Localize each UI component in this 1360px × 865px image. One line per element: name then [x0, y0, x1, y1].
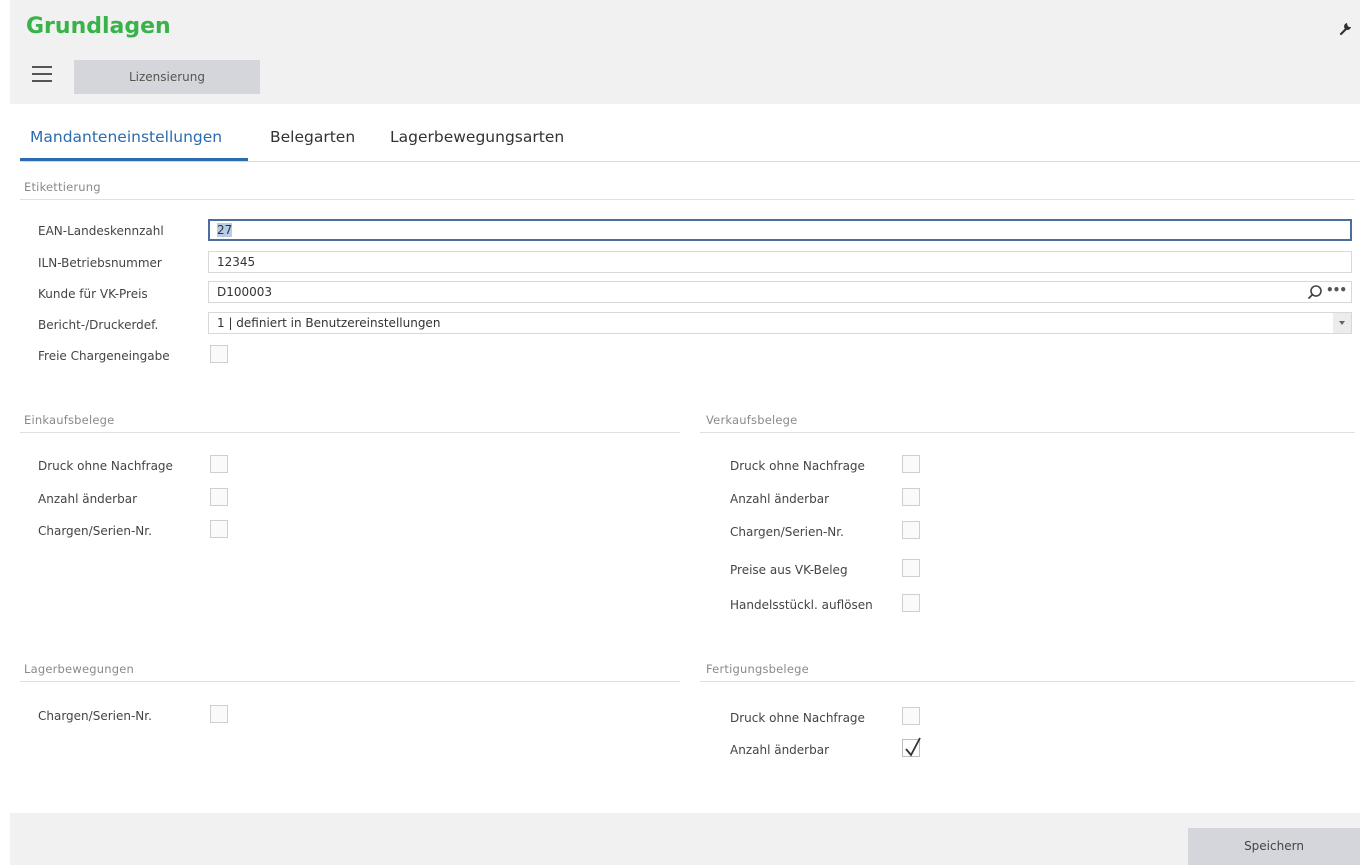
verkauf-anzahl-label: Anzahl änderbar — [730, 492, 830, 506]
save-button[interactable]: Speichern — [1188, 828, 1360, 865]
dropdown-arrow-icon[interactable] — [1333, 313, 1351, 333]
kunde-label: Kunde für VK-Preis — [38, 287, 148, 301]
fertigung-druck-label: Druck ohne Nachfrage — [730, 711, 865, 725]
section-title-lagerbewegungen: Lagerbewegungen — [24, 662, 134, 676]
ean-input[interactable]: 27 — [208, 219, 1352, 241]
active-tab-indicator — [20, 158, 248, 161]
freie-checkbox[interactable] — [210, 345, 228, 363]
section-divider — [700, 681, 1355, 682]
verkauf-anzahl-checkbox[interactable] — [902, 488, 920, 506]
section-title-verkaufsbelege: Verkaufsbelege — [706, 413, 798, 427]
section-title-etikettierung: Etikettierung — [24, 180, 101, 194]
verkauf-handel-checkbox[interactable] — [902, 594, 920, 612]
verkauf-druck-label: Druck ohne Nachfrage — [730, 459, 865, 473]
bericht-dropdown[interactable]: 1 | definiert in Benutzereinstellungen — [208, 312, 1352, 334]
einkauf-chargen-checkbox[interactable] — [210, 520, 228, 538]
verkauf-preise-label: Preise aus VK-Beleg — [730, 563, 848, 577]
section-divider — [20, 681, 680, 682]
iln-input[interactable]: 12345 — [208, 251, 1352, 273]
verkauf-handel-label: Handelsstückl. auflösen — [730, 598, 873, 612]
verkauf-chargen-checkbox[interactable] — [902, 521, 920, 539]
lizensierung-button[interactable]: Lizensierung — [74, 60, 260, 94]
header-bar: Grundlagen Lizensierung — [10, 0, 1360, 104]
section-divider — [700, 432, 1355, 433]
section-divider — [20, 432, 680, 433]
tab-mandanteneinstellungen[interactable]: Mandanteneinstellungen — [30, 128, 222, 146]
tab-bar: Mandanteneinstellungen Belegarten Lagerb… — [20, 112, 1360, 162]
page-title: Grundlagen — [26, 14, 171, 39]
fertigung-druck-checkbox[interactable] — [902, 707, 920, 725]
kunde-input[interactable]: D100003 — [208, 281, 1352, 303]
iln-label: ILN-Betriebsnummer — [38, 256, 162, 270]
einkauf-anzahl-checkbox[interactable] — [210, 488, 228, 506]
footer-bar — [10, 813, 1360, 865]
fertigung-anzahl-label: Anzahl änderbar — [730, 743, 830, 757]
section-divider — [20, 199, 1355, 200]
ean-label: EAN-Landeskennzahl — [38, 224, 164, 238]
einkauf-druck-label: Druck ohne Nachfrage — [38, 459, 173, 473]
tab-lagerbewegungsarten[interactable]: Lagerbewegungsarten — [390, 128, 564, 146]
tab-belegarten[interactable]: Belegarten — [270, 128, 355, 146]
ean-value: 27 — [217, 223, 233, 237]
freie-label: Freie Chargeneingabe — [38, 349, 170, 363]
lager-chargen-label: Chargen/Serien-Nr. — [38, 709, 152, 723]
verkauf-preise-checkbox[interactable] — [902, 559, 920, 577]
section-title-fertigungsbelege: Fertigungsbelege — [706, 662, 809, 676]
fertigung-anzahl-checkbox[interactable] — [902, 737, 921, 757]
more-icon[interactable]: ••• — [1326, 283, 1347, 297]
search-icon[interactable] — [1307, 284, 1323, 300]
bericht-value: 1 | definiert in Benutzereinstellungen — [217, 316, 441, 330]
checkmark-icon — [905, 737, 921, 757]
menu-icon[interactable] — [32, 66, 52, 82]
bericht-label: Bericht-/Druckerdef. — [38, 318, 159, 332]
einkauf-anzahl-label: Anzahl änderbar — [38, 492, 138, 506]
wrench-icon[interactable] — [1338, 20, 1354, 36]
verkauf-druck-checkbox[interactable] — [902, 455, 920, 473]
verkauf-chargen-label: Chargen/Serien-Nr. — [730, 525, 844, 539]
einkauf-chargen-label: Chargen/Serien-Nr. — [38, 524, 152, 538]
einkauf-druck-checkbox[interactable] — [210, 455, 228, 473]
section-title-einkaufsbelege: Einkaufsbelege — [24, 413, 115, 427]
lager-chargen-checkbox[interactable] — [210, 705, 228, 723]
